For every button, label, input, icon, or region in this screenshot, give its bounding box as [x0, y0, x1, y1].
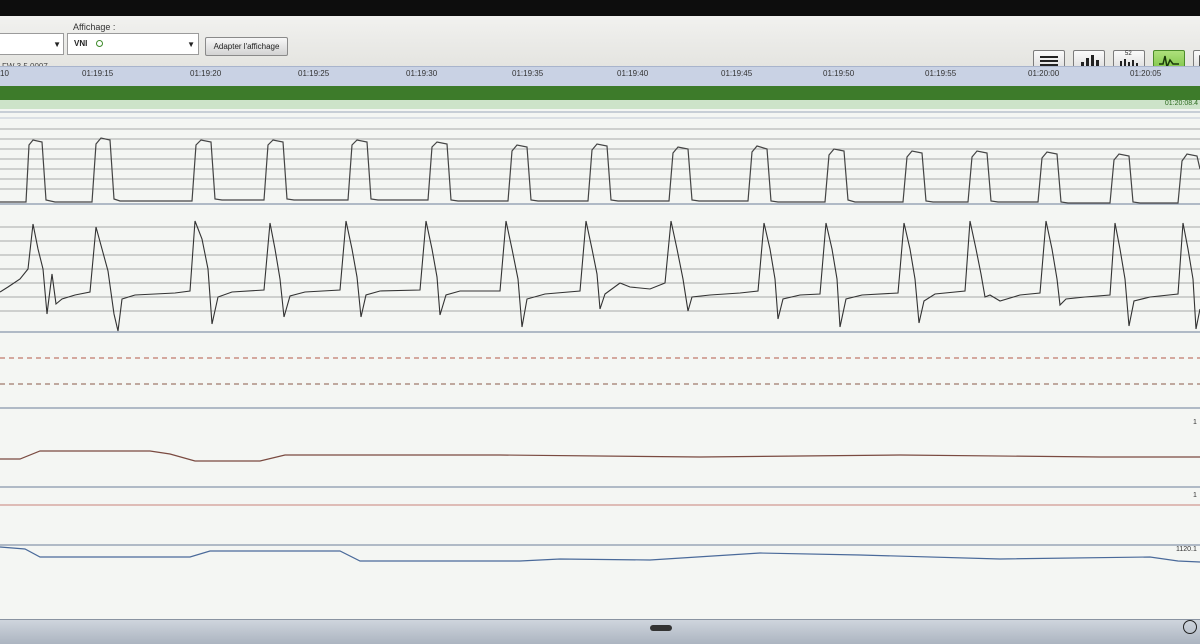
time-tick: 10: [0, 69, 9, 78]
time-tick: 01:19:15: [82, 69, 114, 78]
flow-grid: [0, 226, 1200, 312]
status-dot-icon: [96, 40, 103, 47]
time-tick: 01:19:55: [925, 69, 957, 78]
waveform-area[interactable]: [0, 109, 1200, 619]
time-tick: 01:19:50: [823, 69, 855, 78]
event-track-bar: [0, 86, 1200, 100]
trend-upper-scale: 1: [1193, 419, 1197, 426]
monitor-bezel: [0, 0, 1200, 16]
chevron-down-icon: ▼: [53, 40, 61, 49]
current-time-label: 01:20:08.4: [1164, 100, 1198, 107]
flow-trace: [0, 220, 1200, 332]
zoom-icon[interactable]: [1183, 620, 1197, 634]
time-tick: 01:19:20: [190, 69, 222, 78]
time-tick: 01:19:30: [406, 69, 438, 78]
time-ruler[interactable]: 10 01:19:15 01:19:20 01:19:25 01:19:30 0…: [0, 66, 1200, 87]
time-tick: 01:19:25: [298, 69, 330, 78]
affichage-label: Affichage :: [73, 22, 116, 32]
trend-trace-upper: [0, 450, 1200, 462]
adapter-affichage-button[interactable]: Adapter l'affichage: [205, 37, 288, 56]
horizontal-scrollbar[interactable]: [0, 619, 1200, 644]
trend-middle-scale: 1: [1193, 492, 1197, 499]
pressure-trace: [0, 137, 1200, 204]
pressure-grid: [0, 128, 1200, 190]
time-tick: 01:20:00: [1028, 69, 1060, 78]
monitor-screen: Affichage : ▼ VNI ▼ Adapter l'affichage …: [0, 0, 1200, 644]
time-tick: 01:19:40: [617, 69, 649, 78]
chevron-down-icon: ▼: [187, 40, 195, 49]
scroll-thumb[interactable]: [650, 625, 672, 631]
time-tick: 01:19:35: [512, 69, 544, 78]
left-select[interactable]: ▼: [0, 33, 64, 55]
trend-lower-scale: 1120.1: [1176, 546, 1197, 553]
mode-select-value: VNI: [74, 39, 88, 48]
mode-select[interactable]: VNI ▼: [67, 33, 199, 55]
top-toolbar: Affichage : ▼ VNI ▼ Adapter l'affichage …: [0, 10, 1200, 73]
time-tick: 01:19:45: [721, 69, 753, 78]
time-tick: 01:20:05: [1130, 69, 1162, 78]
trend-trace-lower: [0, 546, 1200, 563]
current-time-bar: 01:20:08.4: [0, 100, 1200, 109]
